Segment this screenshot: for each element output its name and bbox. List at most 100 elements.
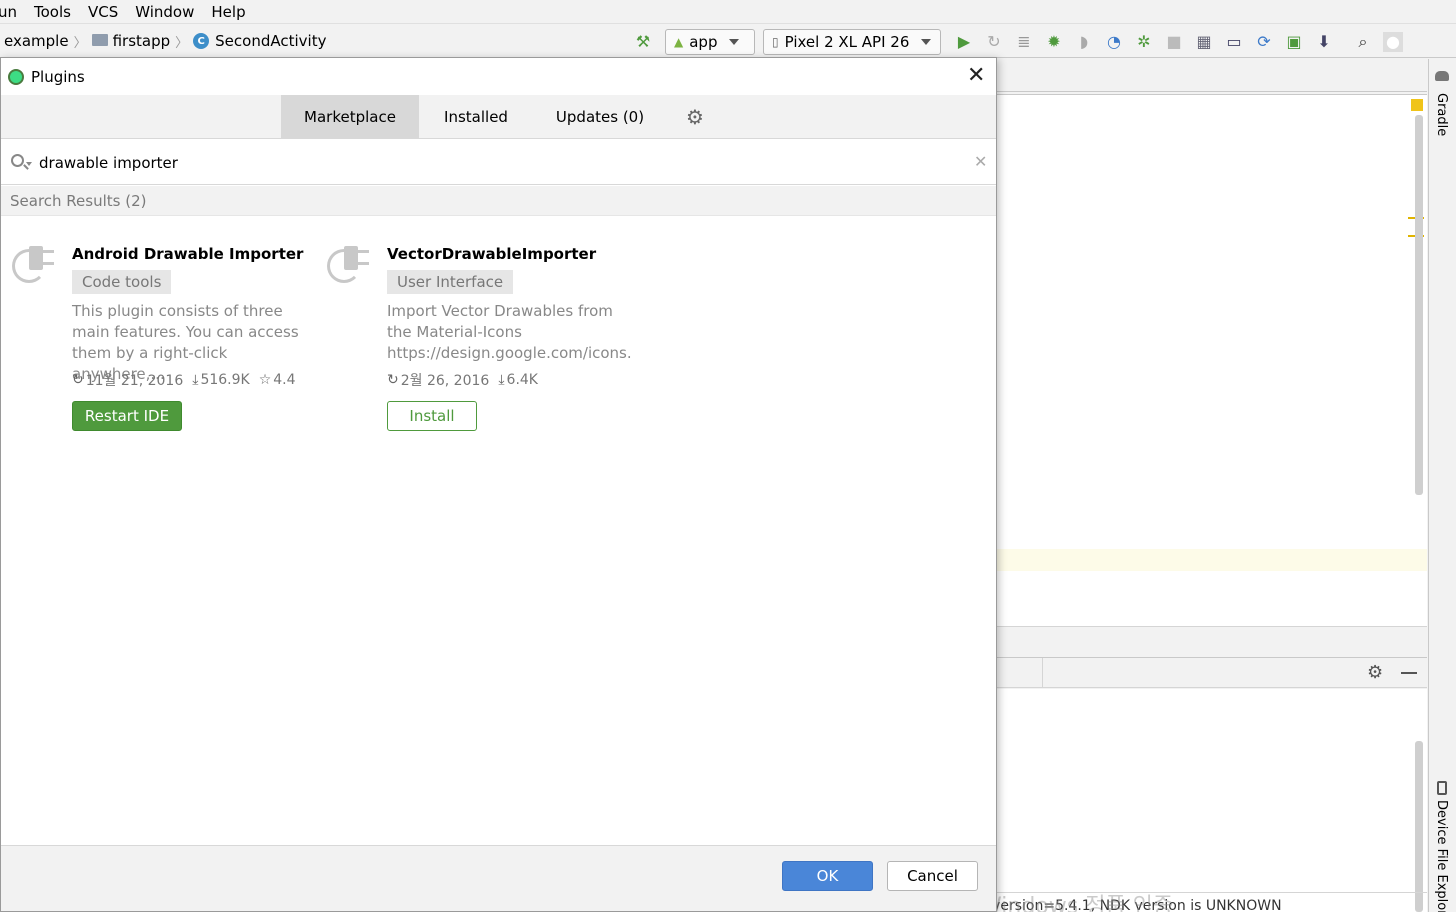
breadcrumb-project[interactable]: example — [4, 32, 69, 50]
main-toolbar: example 〉 firstapp 〉 C SecondActivity ⚒ … — [0, 25, 1456, 58]
refresh-icon: ↻ — [72, 372, 84, 388]
breadcrumb: example 〉 firstapp 〉 C SecondActivity — [0, 32, 326, 51]
dialog-title-bar: Plugins ✕ — [1, 58, 996, 95]
class-icon: C — [193, 33, 210, 49]
dialog-title: Plugins — [31, 67, 85, 86]
plugin-search-input[interactable] — [39, 150, 939, 176]
device-label: Pixel 2 XL API 26 — [784, 32, 910, 51]
sdk-manager-icon[interactable]: ⬇ — [1314, 32, 1334, 52]
user-avatar-icon[interactable]: ● — [1383, 31, 1403, 52]
install-button[interactable]: Install — [387, 401, 477, 431]
editor-scrollbar[interactable] — [1415, 115, 1423, 495]
tab-installed[interactable]: Installed — [419, 95, 533, 139]
project-structure-icon[interactable]: ▦ — [1194, 32, 1214, 52]
download-icon: ⤓ — [498, 372, 505, 388]
minimize-icon[interactable] — [1401, 672, 1417, 674]
close-icon[interactable]: ✕ — [967, 65, 985, 87]
cancel-button[interactable]: Cancel — [887, 861, 978, 891]
menu-run[interactable]: un — [0, 3, 25, 21]
avd-manager-icon[interactable]: ▣ — [1284, 32, 1304, 52]
plugin-card[interactable]: VectorDrawableImporter User Interface Im… — [327, 243, 632, 443]
menu-tools[interactable]: Tools — [34, 3, 79, 21]
attach-process-icon[interactable]: ✲ — [1134, 32, 1154, 52]
run-config-label: app — [689, 32, 718, 51]
search-icon[interactable] — [11, 154, 24, 167]
menu-vcs[interactable]: VCS — [88, 3, 126, 21]
plugin-name[interactable]: Android Drawable Importer — [72, 245, 303, 263]
tab-updates-label: Updates (0) — [555, 108, 645, 126]
editor-bottom-bar — [997, 626, 1427, 656]
tab-marketplace[interactable]: Marketplace — [281, 95, 419, 139]
attach-debugger-icon[interactable]: ◗ — [1074, 32, 1094, 52]
caret-down-icon — [921, 38, 932, 45]
editor-tab-bar — [997, 59, 1427, 92]
gear-icon[interactable]: ⚙ — [1367, 662, 1383, 683]
menu-help[interactable]: Help — [211, 3, 253, 21]
download-icon: ⤓ — [192, 372, 199, 388]
plugins-dialog: Plugins ✕ Marketplace Installed Updates … — [0, 57, 997, 912]
toolbar-actions: ⚒ ▲ app ▯ Pixel 2 XL API 26 ▶ ↻ ≣ ✹ ◗ ◔ … — [628, 25, 1408, 58]
plugin-downloads: 6.4K — [506, 372, 538, 388]
device-dropdown[interactable]: ▯ Pixel 2 XL API 26 — [763, 28, 941, 55]
plugin-updated: 11월 21, 2016 — [85, 373, 184, 389]
tool-window-scrollbar[interactable] — [1415, 741, 1423, 912]
divider — [1042, 658, 1043, 688]
gradle-icon — [1435, 71, 1449, 81]
plugin-category-tag[interactable]: Code tools — [72, 270, 172, 294]
right-tool-sidebar: Gradle Device File Explore — [1428, 59, 1456, 912]
plugin-description: Import Vector Drawables from the Materia… — [387, 302, 632, 362]
caret-down-icon — [729, 38, 740, 45]
plugin-meta: ↻ 2월 26, 2016 ⤓ 6.4K — [387, 370, 538, 390]
plugin-icon — [12, 243, 62, 289]
chevron-right-icon: 〉 — [175, 35, 189, 51]
plugin-downloads: 516.9K — [200, 372, 250, 388]
profiler-icon[interactable]: ◔ — [1104, 32, 1124, 52]
apply-changes-icon[interactable]: ↻ — [984, 32, 1004, 52]
plugin-card[interactable]: Android Drawable Importer Code tools Thi… — [12, 243, 303, 443]
device-file-explorer-button[interactable]: Device File Explore — [1434, 800, 1449, 912]
apply-code-changes-icon[interactable]: ≣ — [1014, 32, 1034, 52]
gear-icon[interactable]: ⚙ — [686, 105, 704, 129]
ok-button[interactable]: OK — [782, 861, 873, 891]
plugin-meta: ↻ 11월 21, 2016 ⤓ 516.9K ☆ 4.4 — [72, 370, 296, 390]
menu-bar: un Tools VCS Window Help — [0, 0, 1456, 24]
breadcrumb-file[interactable]: SecondActivity — [215, 32, 326, 50]
plugin-updated: 2월 26, 2016 — [400, 373, 490, 389]
run-icon[interactable]: ▶ — [954, 32, 974, 52]
tab-updates[interactable]: Updates (0) — [541, 95, 659, 139]
debug-icon[interactable]: ✹ — [1044, 32, 1064, 52]
restart-ide-button[interactable]: Restart IDE — [72, 401, 182, 431]
search-icon[interactable]: ⌕ — [1353, 32, 1373, 52]
tool-window-content — [997, 689, 1427, 912]
plugin-search-bar: ✕ — [1, 140, 996, 185]
android-icon: ▲ — [674, 34, 684, 49]
tab-installed-label: Installed — [444, 108, 508, 126]
refresh-icon: ↻ — [387, 372, 399, 388]
android-studio-icon — [8, 68, 24, 85]
star-icon: ☆ — [258, 372, 272, 388]
tab-marketplace-label: Marketplace — [304, 108, 396, 126]
stop-icon[interactable]: ■ — [1164, 32, 1184, 52]
gradle-tool-button[interactable]: Gradle — [1434, 93, 1449, 136]
sync-gradle-icon[interactable]: ⟳ — [1254, 32, 1274, 52]
plugin-category-tag[interactable]: User Interface — [387, 270, 514, 294]
device-icon — [1437, 781, 1447, 795]
plugin-tabs: Marketplace Installed Updates (0) ⚙ — [1, 95, 996, 139]
code-editor[interactable] — [997, 94, 1427, 626]
search-history-caret-icon — [26, 162, 32, 166]
menu-window[interactable]: Window — [135, 3, 202, 21]
chevron-right-icon: 〉 — [73, 35, 87, 51]
hammer-icon[interactable]: ⚒ — [633, 32, 653, 52]
device-icon: ▯ — [772, 34, 779, 49]
clear-search-icon[interactable]: ✕ — [974, 152, 987, 171]
search-results-header: Search Results (2) — [1, 186, 996, 216]
run-config-dropdown[interactable]: ▲ app — [665, 28, 755, 55]
plugin-icon — [327, 243, 377, 289]
warning-marker[interactable] — [1411, 99, 1423, 111]
terminal-icon[interactable]: ▭ — [1224, 32, 1244, 52]
dialog-footer: OK Cancel — [1, 845, 996, 911]
tool-window-header: ⚙ — [997, 657, 1427, 688]
plugin-name[interactable]: VectorDrawableImporter — [387, 245, 596, 263]
breadcrumb-module[interactable]: firstapp — [113, 32, 171, 50]
plugin-rating: 4.4 — [273, 372, 296, 388]
